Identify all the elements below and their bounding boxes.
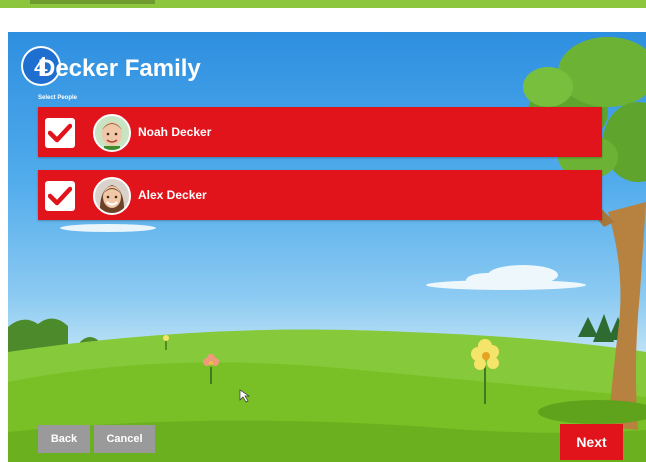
top-bar-tab: [30, 0, 155, 4]
background-scene: 4: [8, 32, 646, 462]
person-checkbox[interactable]: [45, 181, 75, 211]
person-checkbox[interactable]: [45, 118, 75, 148]
person-name: Alex Decker: [138, 188, 207, 202]
select-people-label: Select People: [38, 95, 78, 101]
next-button[interactable]: Next: [560, 424, 623, 460]
avatar: [93, 114, 131, 152]
cancel-button[interactable]: Cancel: [94, 425, 155, 453]
family-title: Decker Family: [38, 55, 201, 82]
person-row-alex-decker[interactable]: Alex Decker: [38, 170, 602, 220]
checkmark-icon: [48, 186, 72, 206]
back-button[interactable]: Back: [38, 425, 90, 453]
person-name: Noah Decker: [138, 125, 212, 139]
child-portrait-icon: [95, 179, 129, 213]
avatar: [93, 177, 131, 215]
landscape-illustration: [8, 37, 646, 462]
child-portrait-icon: [95, 116, 129, 150]
checkmark-icon: [48, 123, 72, 143]
person-row-noah-decker[interactable]: Noah Decker: [38, 107, 602, 157]
top-progress-bar: [0, 0, 646, 8]
